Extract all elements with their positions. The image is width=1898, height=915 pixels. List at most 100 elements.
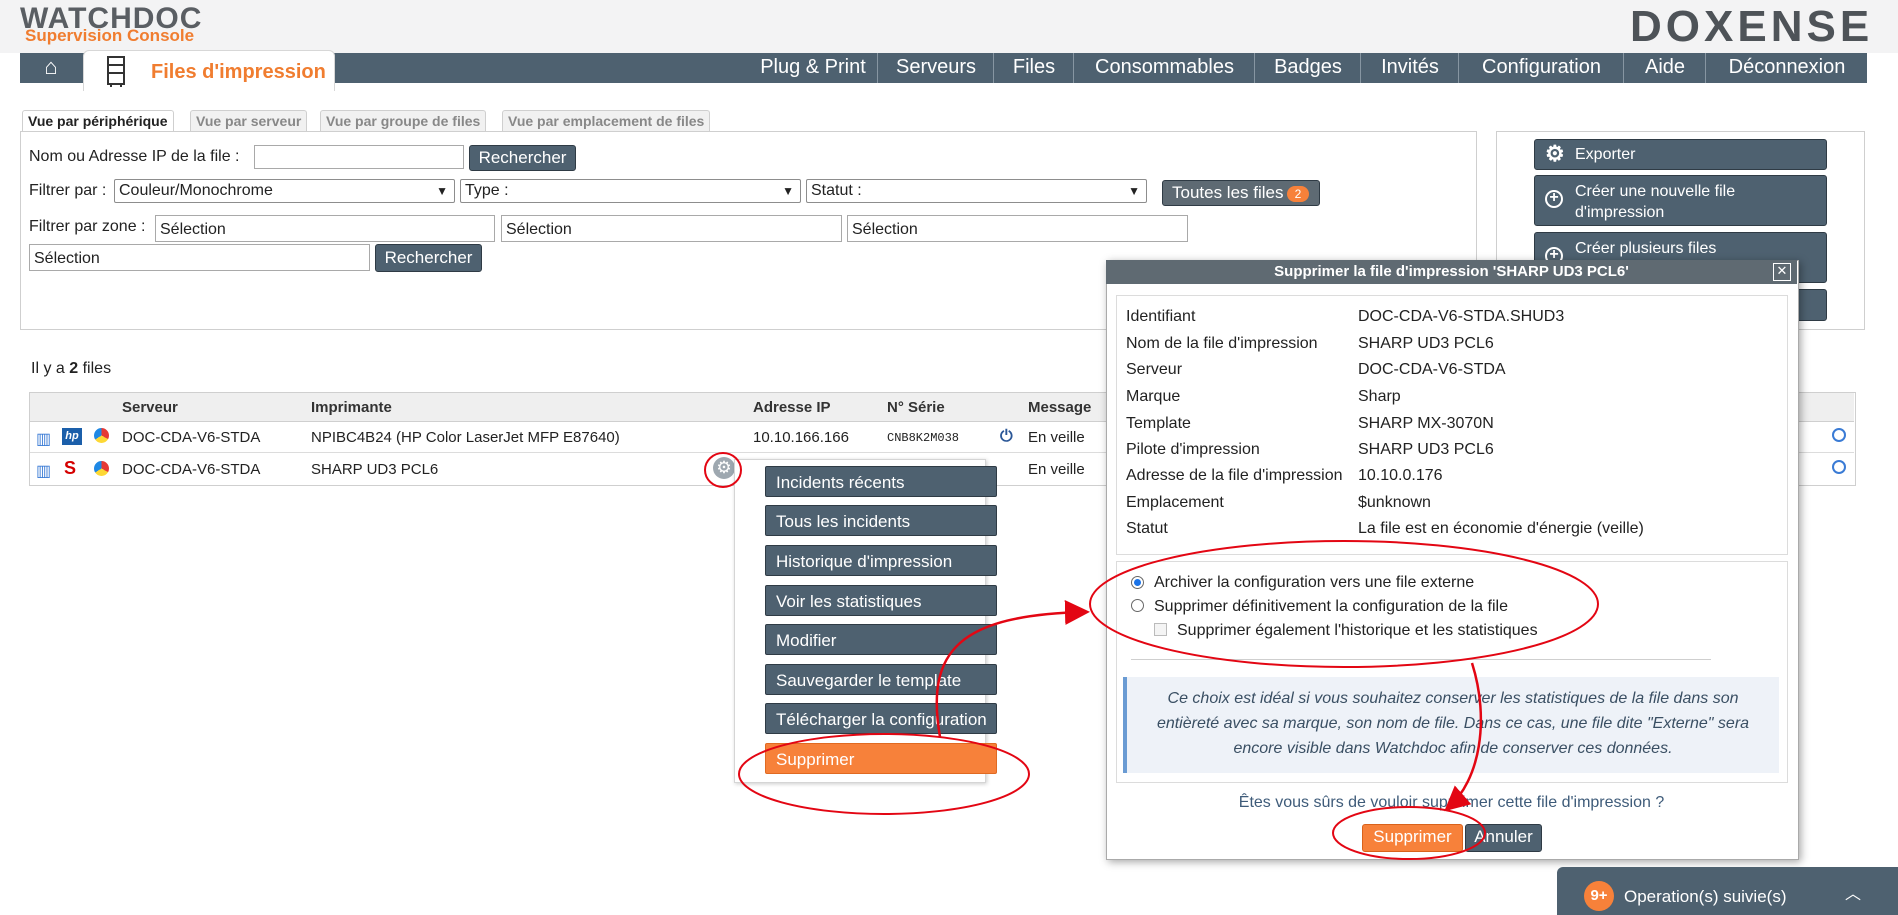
color-printer-icon bbox=[94, 428, 109, 443]
chevron-up-icon[interactable]: ︿ bbox=[1845, 880, 1861, 904]
export-button[interactable]: ⚙ Exporter bbox=[1534, 139, 1827, 170]
name-input[interactable] bbox=[254, 145, 464, 169]
nav-badges[interactable]: Badges bbox=[1254, 53, 1361, 83]
info-value: DOC-CDA-V6-STDA.SHUD3 bbox=[1358, 308, 1565, 325]
row1-action-icon[interactable] bbox=[1832, 428, 1846, 442]
cancel-button[interactable]: Annuler bbox=[1465, 824, 1542, 852]
info-value: SHARP MX-3070N bbox=[1358, 415, 1494, 432]
hint-box: Ce choix est idéal si vous souhaitez con… bbox=[1123, 677, 1779, 773]
chevron-down-icon: ▼ bbox=[436, 184, 448, 198]
printer-icon bbox=[107, 56, 125, 87]
home-icon[interactable]: ⌂ bbox=[27, 53, 75, 83]
info-key: Marque bbox=[1126, 388, 1181, 405]
filter-by-label: Filtrer par : bbox=[29, 182, 107, 199]
search-button-2[interactable]: Rechercher bbox=[375, 244, 482, 272]
nav-files[interactable]: Files bbox=[993, 53, 1074, 83]
history-checkbox[interactable] bbox=[1154, 623, 1167, 636]
delete-option-label[interactable]: Supprimer définitivement la configuratio… bbox=[1154, 598, 1508, 616]
all-files-count: 2 bbox=[1287, 186, 1309, 202]
col-serie[interactable]: N° Série bbox=[887, 399, 945, 416]
col-imprimante[interactable]: Imprimante bbox=[311, 399, 392, 416]
menu-incidents-recents[interactable]: Incidents récents bbox=[765, 466, 997, 497]
row2-action-icon[interactable] bbox=[1832, 460, 1846, 474]
files-tab-label: Files d'impression bbox=[151, 61, 326, 83]
menu-supprimer[interactable]: Supprimer bbox=[765, 743, 997, 774]
archive-option-label[interactable]: Archiver la configuration vers une file … bbox=[1154, 574, 1474, 592]
menu-sauvegarder-template[interactable]: Sauvegarder le template bbox=[765, 664, 997, 695]
operations-label: Operation(s) suivie(s) bbox=[1624, 887, 1787, 906]
row1-printer[interactable]: NPIBC4B24 (HP Color LaserJet MFP E87640) bbox=[311, 429, 620, 446]
chevron-down-icon: ▼ bbox=[782, 184, 794, 198]
tab-vue-peripherique[interactable]: Vue par périphérique bbox=[22, 110, 174, 132]
info-key: Template bbox=[1126, 415, 1191, 432]
close-icon[interactable]: ✕ bbox=[1773, 263, 1791, 281]
zone-input-1[interactable]: Sélection bbox=[155, 215, 495, 242]
menu-statistiques[interactable]: Voir les statistiques bbox=[765, 585, 997, 616]
search-button[interactable]: Rechercher bbox=[469, 145, 576, 171]
count-prefix: Il y a bbox=[31, 360, 65, 377]
count-suffix: files bbox=[82, 360, 112, 377]
info-key: Nom de la file d'impression bbox=[1126, 335, 1318, 352]
info-key: Serveur bbox=[1126, 361, 1183, 378]
create-queue-button[interactable]: + Créer une nouvelle file d'impression bbox=[1534, 175, 1827, 226]
col-serveur[interactable]: Serveur bbox=[122, 399, 178, 416]
confirm-delete-button[interactable]: Supprimer bbox=[1362, 824, 1463, 852]
all-files-button[interactable]: Toutes les files 2 bbox=[1162, 180, 1320, 206]
nav-serveurs[interactable]: Serveurs bbox=[877, 53, 994, 83]
nav-invites[interactable]: Invités bbox=[1360, 53, 1459, 83]
type-select-value: Type : bbox=[465, 182, 509, 199]
info-key: Pilote d'impression bbox=[1126, 441, 1260, 458]
logo-subtitle: Supervision Console bbox=[25, 26, 195, 45]
zone-input-4[interactable]: Sélection bbox=[29, 244, 370, 271]
col-message[interactable]: Message bbox=[1028, 399, 1091, 416]
info-key: Adresse de la file d'impression bbox=[1126, 467, 1343, 484]
info-value: SHARP UD3 PCL6 bbox=[1358, 335, 1494, 352]
stats-icon[interactable]: ▥ bbox=[36, 461, 51, 481]
nav-deconnexion[interactable]: Déconnexion bbox=[1705, 53, 1868, 83]
status-select[interactable]: Statut : ▼ bbox=[806, 179, 1147, 203]
delete-radio[interactable] bbox=[1131, 599, 1144, 612]
top-bar bbox=[0, 0, 1898, 53]
files-count: Il y a 2 files bbox=[31, 360, 111, 378]
type-select[interactable]: Type : ▼ bbox=[460, 179, 801, 203]
gear-icon[interactable]: ⚙ bbox=[713, 457, 735, 479]
nav-plug-print[interactable]: Plug & Print bbox=[749, 53, 877, 83]
menu-modifier[interactable]: Modifier bbox=[765, 624, 997, 655]
archive-radio[interactable] bbox=[1131, 576, 1144, 589]
row1-serial: CNB8K2M038 bbox=[887, 431, 960, 445]
history-option-label[interactable]: Supprimer également l'historique et les … bbox=[1177, 622, 1538, 640]
nav-consommables[interactable]: Consommables bbox=[1073, 53, 1255, 83]
status-select-value: Statut : bbox=[811, 182, 862, 199]
nav-configuration[interactable]: Configuration bbox=[1458, 53, 1624, 83]
menu-historique[interactable]: Historique d'impression bbox=[765, 545, 997, 576]
row1-ip: 10.10.166.166 bbox=[753, 429, 849, 446]
tab-vue-serveur[interactable]: Vue par serveur bbox=[190, 110, 308, 132]
row2-printer[interactable]: SHARP UD3 PCL6 bbox=[311, 461, 438, 478]
row1-server: DOC-CDA-V6-STDA bbox=[122, 429, 261, 446]
plus-circle-icon: + bbox=[1545, 190, 1563, 208]
col-adresse-ip[interactable]: Adresse IP bbox=[753, 399, 831, 416]
hp-brand-icon: hp bbox=[62, 428, 82, 445]
sharp-brand-icon: S bbox=[64, 458, 77, 478]
info-key: Identifiant bbox=[1126, 308, 1196, 325]
tab-vue-emplacement[interactable]: Vue par emplacement de files bbox=[502, 110, 711, 132]
nav-aide[interactable]: Aide bbox=[1623, 53, 1706, 83]
info-value: SHARP UD3 PCL6 bbox=[1358, 441, 1494, 458]
menu-telecharger-config[interactable]: Télécharger la configuration bbox=[765, 703, 997, 734]
color-select-value: Couleur/Monochrome bbox=[119, 182, 273, 199]
tab-vue-groupe[interactable]: Vue par groupe de files bbox=[320, 110, 487, 132]
zone-input-3[interactable]: Sélection bbox=[847, 215, 1188, 242]
operations-badge: 9+ bbox=[1584, 881, 1614, 911]
zone-input-2[interactable]: Sélection bbox=[501, 215, 842, 242]
info-value: 10.10.0.176 bbox=[1358, 467, 1443, 484]
confirm-question: Êtes vous sûrs de vouloir supprimer cett… bbox=[1238, 794, 1665, 811]
zone-label: Filtrer par zone : bbox=[29, 218, 146, 235]
color-select[interactable]: Couleur/Monochrome ▼ bbox=[114, 179, 455, 203]
info-key: Statut bbox=[1126, 520, 1168, 537]
menu-tous-incidents[interactable]: Tous les incidents bbox=[765, 505, 997, 536]
color-printer-icon bbox=[94, 461, 109, 476]
stats-icon[interactable]: ▥ bbox=[36, 429, 51, 449]
all-files-label: Toutes les files bbox=[1172, 183, 1284, 202]
gear-icon: ⚙ bbox=[1545, 141, 1565, 166]
power-icon[interactable]: ⏻ bbox=[1000, 428, 1013, 446]
